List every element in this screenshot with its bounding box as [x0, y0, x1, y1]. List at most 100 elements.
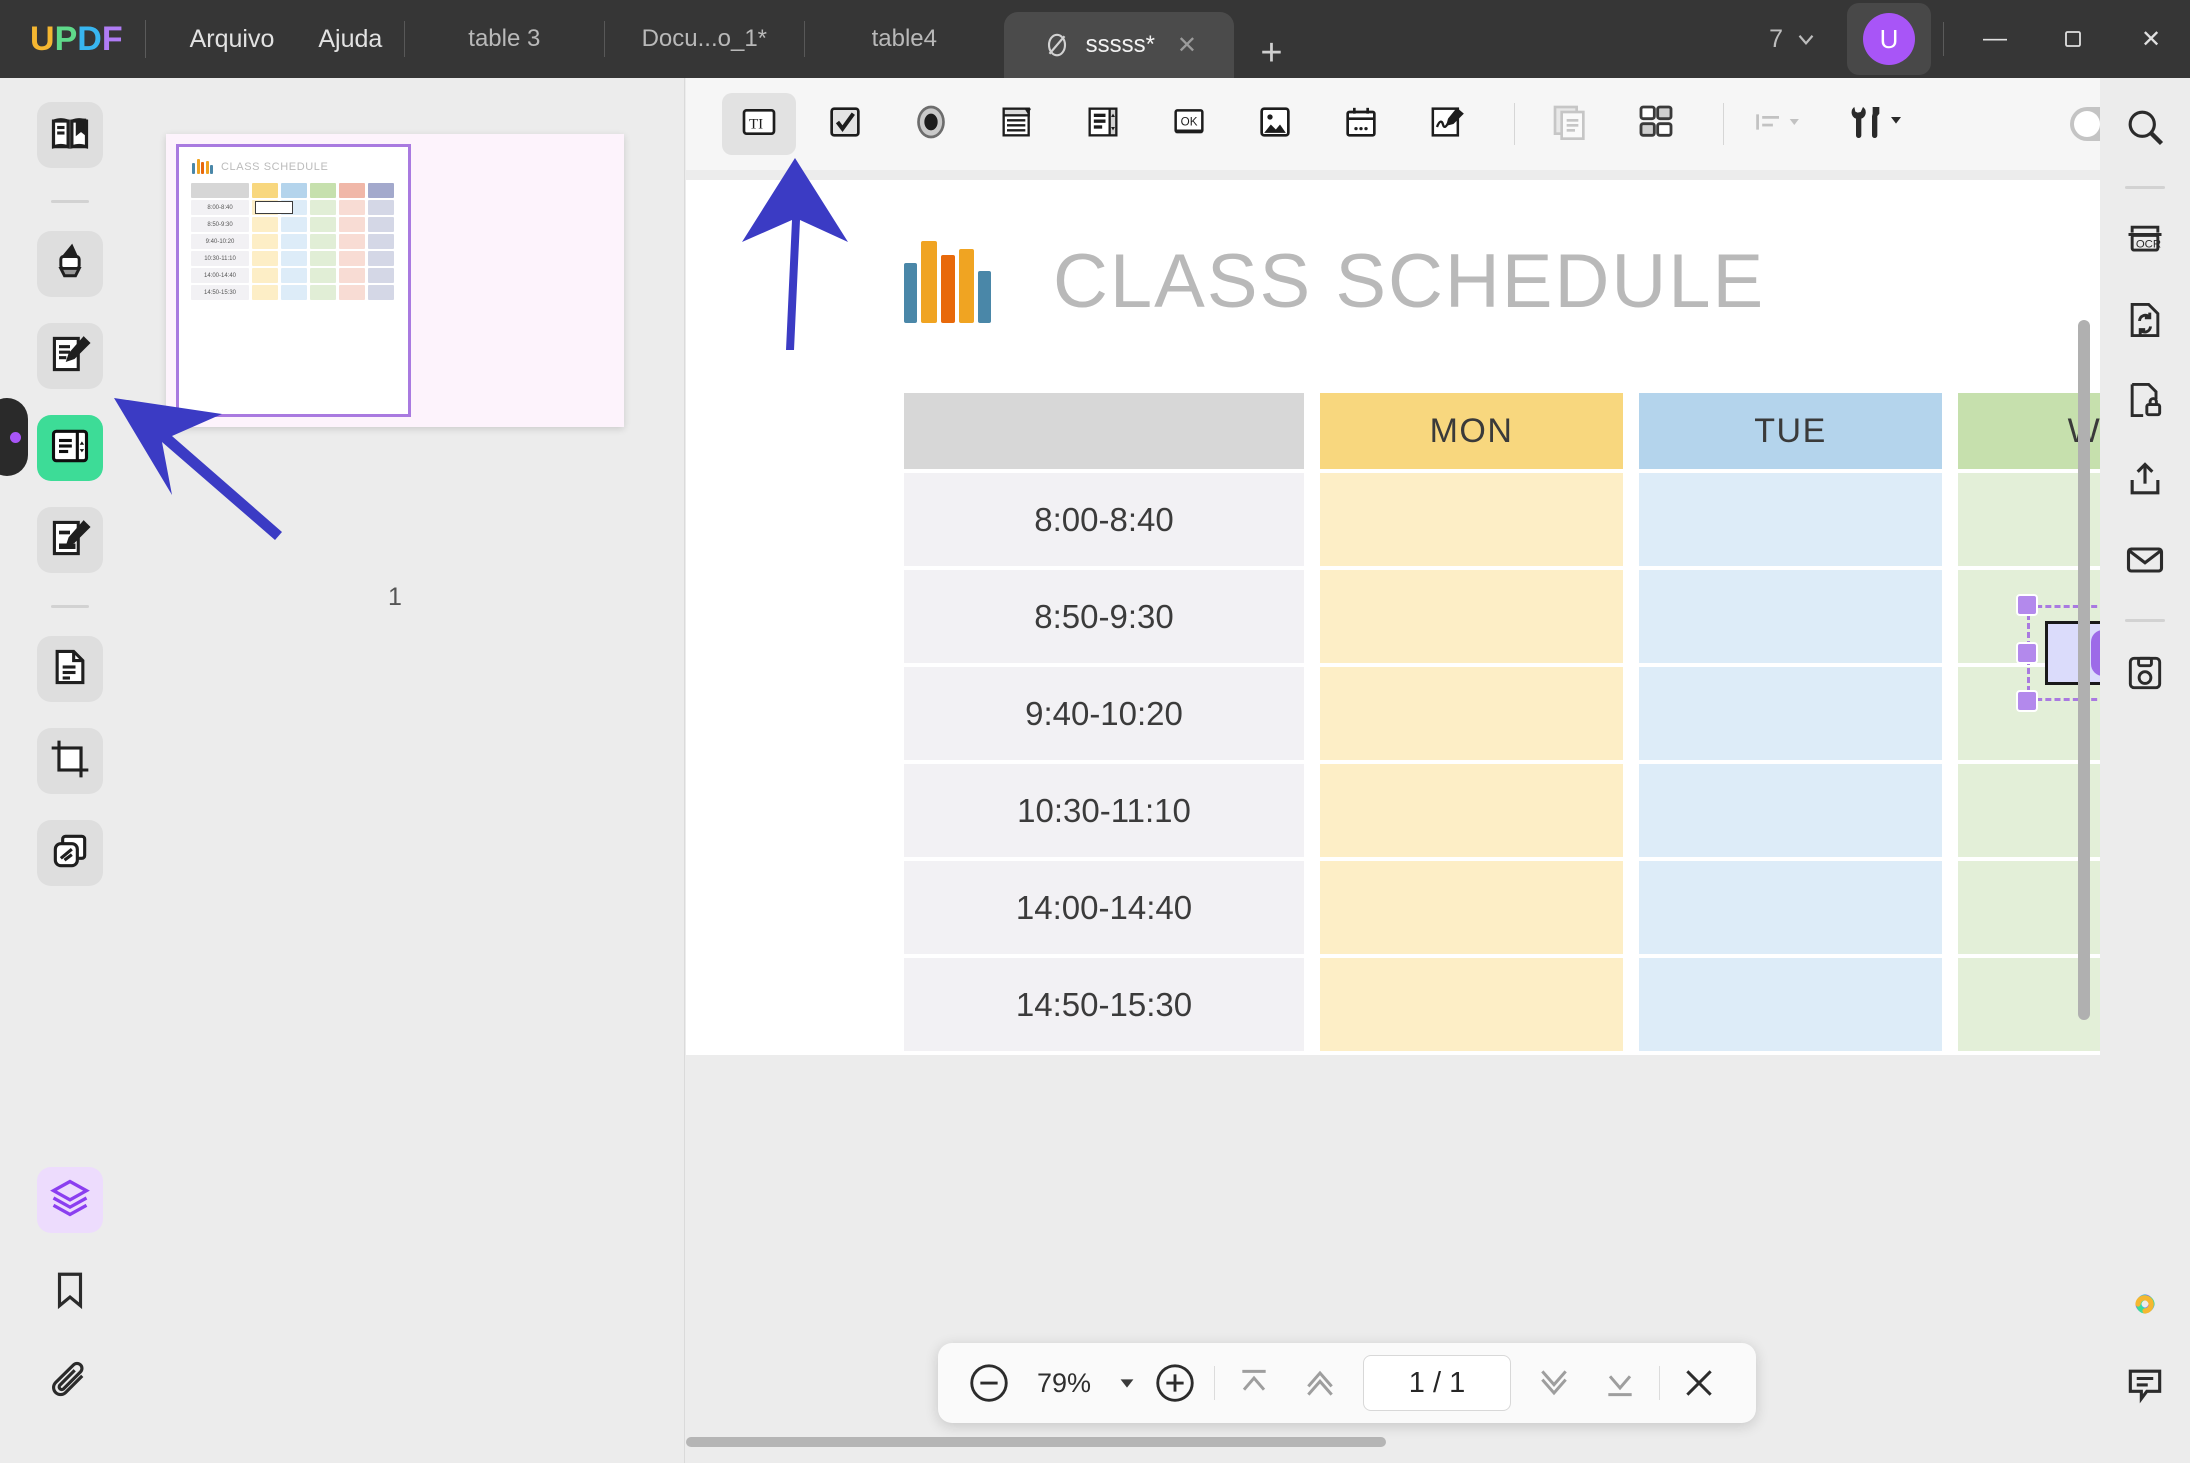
- account-button[interactable]: U: [1847, 3, 1931, 75]
- sidebar-prepare-form[interactable]: [37, 415, 103, 481]
- tab-order-button[interactable]: [1619, 93, 1693, 155]
- page-number-input[interactable]: 1 / 1: [1363, 1355, 1511, 1411]
- ocr-button[interactable]: OCR: [2114, 211, 2176, 273]
- tab-table-3[interactable]: table 3: [404, 0, 604, 78]
- date-field-tool[interactable]: [1324, 93, 1398, 155]
- radio-button-icon: [911, 102, 951, 147]
- pdf-page[interactable]: CLASS SCHEDULE 8:00-8:40 8:50-9:30 9:40-…: [686, 180, 2100, 1055]
- push-button-tool[interactable]: OK: [1152, 93, 1226, 155]
- zoom-level-value[interactable]: 79%: [1014, 1368, 1114, 1399]
- time-column-header: [904, 393, 1304, 469]
- list-box-tool[interactable]: [1066, 93, 1140, 155]
- close-zoombar-button[interactable]: [1674, 1358, 1724, 1408]
- zoom-dropdown-button[interactable]: [1114, 1372, 1140, 1394]
- zoombar-divider: [1659, 1366, 1660, 1400]
- schedule-cell[interactable]: [1320, 861, 1623, 954]
- next-page-button[interactable]: [1529, 1358, 1579, 1408]
- page-thumbnail[interactable]: CLASS SCHEDULE 8:00-8:40 8:50-9:30 9:40-…: [166, 134, 624, 427]
- previous-page-button[interactable]: [1295, 1358, 1345, 1408]
- chevron-down-double-icon: [1534, 1363, 1574, 1403]
- duplicate-fields-button[interactable]: [1533, 93, 1607, 155]
- tab-documento-1[interactable]: Docu...o_1*: [604, 0, 804, 78]
- sidebar-edit[interactable]: [37, 323, 103, 389]
- share-button[interactable]: [2114, 451, 2176, 513]
- sign-document-icon: [48, 516, 92, 565]
- sidebar-organize-pages[interactable]: [37, 636, 103, 702]
- search-icon: [2123, 105, 2167, 154]
- tab-table4[interactable]: table4: [804, 0, 1004, 78]
- schedule-cell[interactable]: [1320, 570, 1623, 663]
- sidebar-highlight[interactable]: [37, 231, 103, 297]
- first-page-button[interactable]: [1229, 1358, 1279, 1408]
- vertical-scrollbar[interactable]: [2078, 320, 2090, 1020]
- close-icon[interactable]: ✕: [1177, 31, 1197, 60]
- menu-arquivo[interactable]: Arquivo: [168, 17, 297, 62]
- menu-ajuda[interactable]: Ajuda: [296, 17, 404, 62]
- horizontal-scrollbar[interactable]: [686, 1437, 2100, 1447]
- schedule-cell[interactable]: [1639, 570, 1942, 663]
- protect-button[interactable]: [2114, 371, 2176, 433]
- sidebar-reader[interactable]: [37, 102, 103, 168]
- maximize-button[interactable]: [2034, 0, 2112, 78]
- schedule-cell[interactable]: [1320, 473, 1623, 566]
- align-fields-button[interactable]: [1742, 93, 1816, 155]
- sidebar-sign[interactable]: [37, 507, 103, 573]
- zoom-out-button[interactable]: [964, 1358, 1014, 1408]
- combo-box-tool[interactable]: [980, 93, 1054, 155]
- sidebar-collapse-handle[interactable]: [0, 398, 28, 476]
- sidebar-bookmarks[interactable]: [37, 1259, 103, 1325]
- form-tools-button[interactable]: [1828, 93, 1924, 155]
- schedule-cell[interactable]: [1639, 764, 1942, 857]
- zoom-toolbar: 79% 1 / 1: [938, 1343, 1756, 1423]
- sidebar-attachments[interactable]: [37, 1351, 103, 1417]
- comments-button[interactable]: [2114, 1355, 2176, 1417]
- updf-logo[interactable]: U P D F: [30, 20, 123, 59]
- minimize-button[interactable]: —: [1956, 0, 2034, 78]
- tab-overflow-button[interactable]: 7: [1759, 25, 1829, 54]
- sidebar-layers[interactable]: [37, 1167, 103, 1233]
- schedule-cell[interactable]: [1320, 764, 1623, 857]
- field-name-badge: Text1: [2091, 630, 2100, 676]
- day-header-mon: MON: [1320, 393, 1623, 469]
- email-button[interactable]: [2114, 531, 2176, 593]
- thumbnail-header: CLASS SCHEDULE: [192, 159, 328, 174]
- logo-letter-f: F: [102, 20, 123, 59]
- chevron-down-icon: [1116, 1372, 1138, 1394]
- schedule-cell[interactable]: [1639, 473, 1942, 566]
- last-page-button[interactable]: [1595, 1358, 1645, 1408]
- radio-button-tool[interactable]: [894, 93, 968, 155]
- schedule-cell[interactable]: [1320, 667, 1623, 760]
- sidebar-compress[interactable]: [37, 820, 103, 886]
- layers-icon: [48, 1176, 92, 1225]
- ai-assistant-button[interactable]: [2114, 1275, 2176, 1337]
- resize-handle-nw[interactable]: [2016, 594, 2038, 616]
- share-icon: [2123, 458, 2167, 507]
- tab-sssss[interactable]: sssss* ✕: [1004, 12, 1234, 78]
- resize-handle-sw[interactable]: [2016, 690, 2038, 712]
- schedule-cell[interactable]: [1639, 958, 1942, 1051]
- thumbnail-form-field: [255, 201, 293, 214]
- search-button[interactable]: [2114, 98, 2176, 160]
- signature-field-tool[interactable]: [1410, 93, 1484, 155]
- avatar: U: [1863, 13, 1915, 65]
- new-tab-button[interactable]: +: [1234, 34, 1308, 72]
- image-field-tool[interactable]: [1238, 93, 1312, 155]
- resize-handle-w[interactable]: [2016, 642, 2038, 664]
- convert-button[interactable]: [2114, 291, 2176, 353]
- list-box-icon: [1083, 102, 1123, 147]
- zoom-in-button[interactable]: [1150, 1358, 1200, 1408]
- text-field-tool[interactable]: TI: [722, 93, 796, 155]
- envelope-icon: [2123, 538, 2167, 587]
- close-window-button[interactable]: ✕: [2112, 0, 2190, 78]
- logo-letter-p: P: [55, 20, 78, 59]
- maximize-icon: [2061, 27, 2085, 51]
- schedule-cell[interactable]: [1639, 667, 1942, 760]
- checkbox-icon: [825, 102, 865, 147]
- sidebar-crop[interactable]: [37, 728, 103, 794]
- schedule-cell[interactable]: [1320, 958, 1623, 1051]
- save-button[interactable]: [2114, 644, 2176, 706]
- document-header: CLASS SCHEDULE: [904, 238, 1765, 325]
- schedule-cell[interactable]: [1639, 861, 1942, 954]
- text-field-widget[interactable]: Text1: [2045, 621, 2100, 685]
- checkbox-tool[interactable]: [808, 93, 882, 155]
